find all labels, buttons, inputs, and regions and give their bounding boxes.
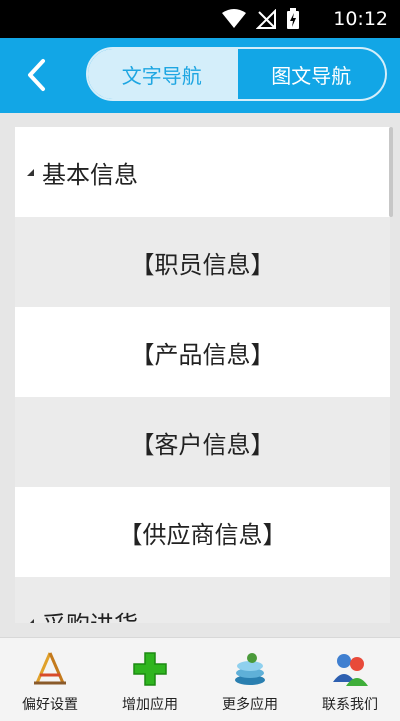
no-signal-icon (256, 9, 276, 29)
list-item-customer[interactable]: 【客户信息】 (15, 397, 390, 487)
status-bar: 10:12 (0, 0, 400, 38)
tab-image-nav[interactable]: 图文导航 (235, 49, 386, 99)
status-time: 10:12 (333, 8, 388, 30)
status-icons (222, 8, 300, 30)
group-basic-info[interactable]: 基本信息 (15, 127, 390, 217)
scrollbar[interactable] (389, 127, 393, 217)
expanded-triangle-icon (27, 168, 34, 176)
tab-text-nav[interactable]: 文字导航 (88, 49, 236, 99)
chevron-left-icon (28, 59, 45, 91)
nav-mode-switch: 文字导航 图文导航 (86, 47, 387, 101)
apps-stack-icon (235, 653, 265, 685)
group-label: 基本信息 (42, 160, 138, 189)
back-button[interactable] (18, 55, 54, 95)
nav-list: 基本信息 【职员信息】 【产品信息】 【客户信息】 【供应商信息】 采购进货 (15, 127, 390, 623)
settings-tools-icon (34, 652, 66, 685)
nav-preferences[interactable]: 偏好设置 (0, 638, 100, 721)
nav-more-apps[interactable]: 更多应用 (200, 638, 300, 721)
nav-label: 更多应用 (222, 697, 278, 713)
list-item-employee[interactable]: 【职员信息】 (15, 217, 390, 307)
nav-label: 增加应用 (122, 697, 178, 713)
nav-label: 联系我们 (322, 697, 378, 713)
nav-label: 偏好设置 (22, 697, 78, 713)
group-label: 采购进货 (42, 605, 138, 623)
header-bar: 文字导航 图文导航 (0, 38, 400, 113)
plus-icon (133, 652, 167, 686)
list-item-supplier[interactable]: 【供应商信息】 (15, 487, 390, 577)
bottom-nav: 偏好设置 增加应用 更多应用 联系我们 (0, 637, 400, 721)
expanded-triangle-icon (27, 619, 34, 623)
group-purchasing[interactable]: 采购进货 (15, 577, 390, 623)
list-item-product[interactable]: 【产品信息】 (15, 307, 390, 397)
battery-charging-icon (287, 8, 299, 29)
nav-contact-us[interactable]: 联系我们 (300, 638, 400, 721)
wifi-icon (222, 9, 246, 28)
contacts-people-icon (333, 654, 368, 686)
nav-add-app[interactable]: 增加应用 (100, 638, 200, 721)
